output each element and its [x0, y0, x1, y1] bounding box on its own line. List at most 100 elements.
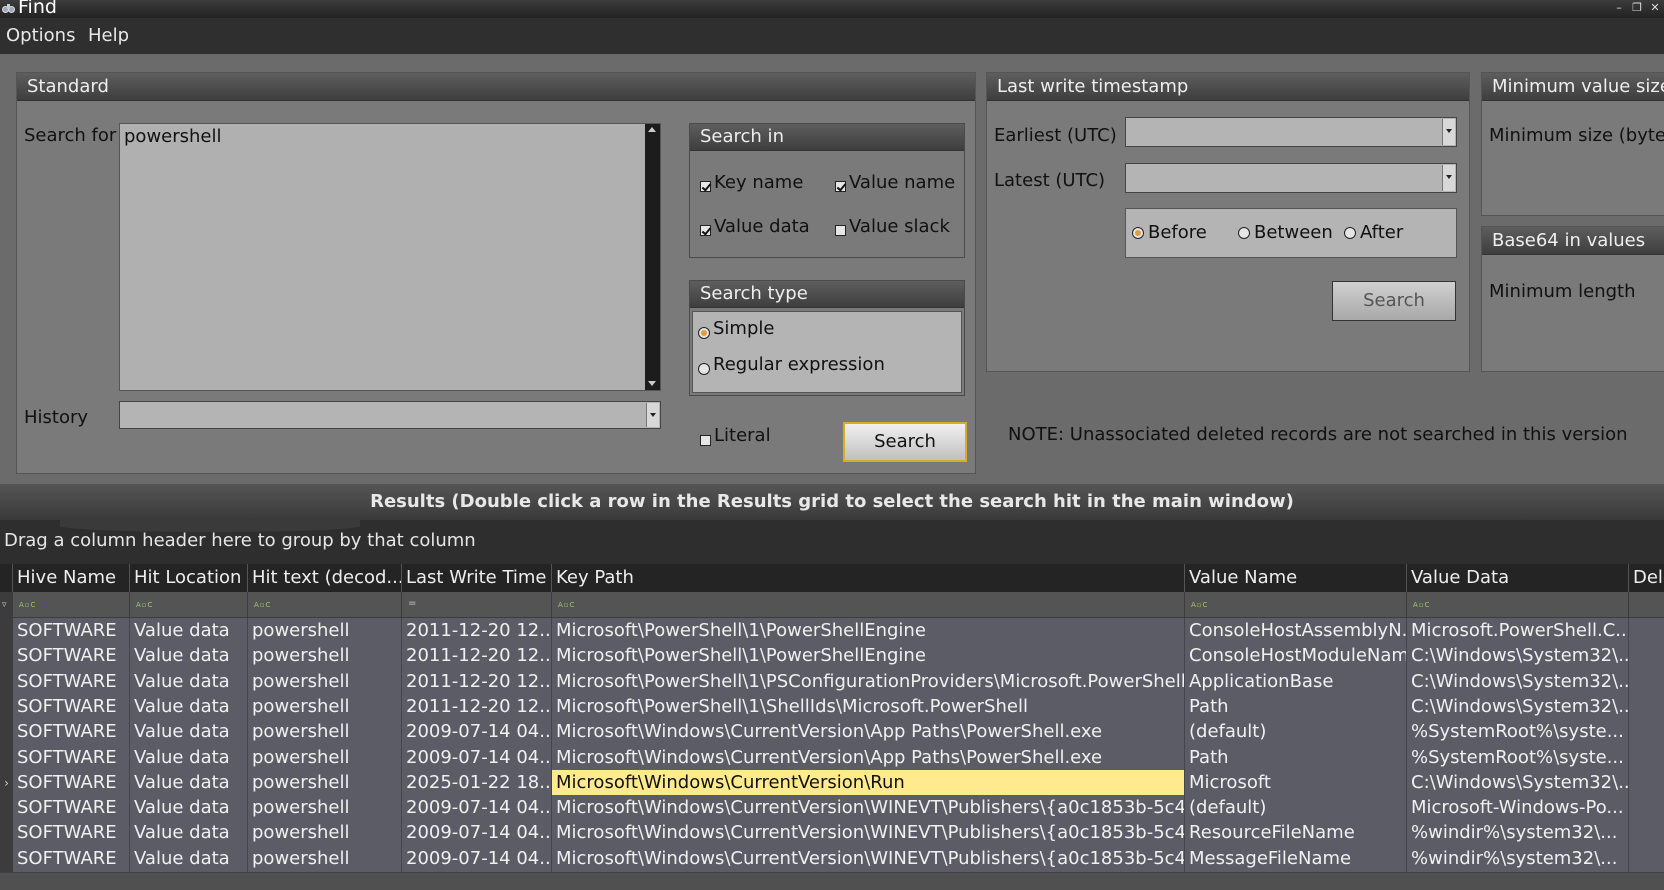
- timestamp-search-button[interactable]: Search: [1332, 281, 1456, 321]
- row-indicator[interactable]: [0, 820, 13, 847]
- col-value-data[interactable]: Value Data: [1407, 564, 1629, 592]
- row-indicator[interactable]: [0, 668, 13, 695]
- col-hit-location[interactable]: Hit Location: [130, 564, 248, 592]
- scroll-down-icon[interactable]: [648, 381, 656, 386]
- restore-icon[interactable]: ❐: [1630, 1, 1644, 15]
- table-row[interactable]: › SOFTWARE Value data powershell 2025-01-22 …: [0, 769, 1664, 797]
- cell-key-path: Microsoft\Windows\CurrentVersion\Run: [552, 769, 1185, 796]
- col-last-write-time[interactable]: Last Write Time: [402, 564, 552, 592]
- row-indicator[interactable]: ›: [0, 769, 13, 796]
- cell-value-name: (default): [1185, 719, 1407, 746]
- scroll-up-icon[interactable]: [648, 127, 656, 132]
- filter-abc-icon[interactable]: A▫C: [136, 601, 153, 609]
- cell-last-write-time: 2009-07-14 04...: [402, 845, 552, 872]
- filter-hit-text[interactable]: A▫C: [248, 592, 402, 618]
- cell-hit-text: powershell: [248, 693, 402, 720]
- table-row[interactable]: SOFTWARE Value data powershell 2009-07-14 0…: [0, 845, 1664, 873]
- before-radio[interactable]: [1132, 227, 1144, 239]
- filter-value-name[interactable]: A▫C: [1185, 592, 1407, 618]
- timestamp-panel: Last write timestamp Earliest (UTC) Late…: [986, 72, 1470, 372]
- filter-abc-icon[interactable]: A▫C: [19, 601, 36, 609]
- search-button[interactable]: Search: [843, 422, 967, 462]
- table-row[interactable]: SOFTWARE Value data powershell 2009-07-14 0…: [0, 795, 1664, 823]
- table-row[interactable]: SOFTWARE Value data powershell 2011-12-20 1…: [0, 618, 1664, 645]
- menu-help[interactable]: Help: [88, 25, 129, 46]
- key-name-label: Key name: [714, 172, 804, 193]
- table-row[interactable]: SOFTWARE Value data powershell 2009-07-14 0…: [0, 820, 1664, 848]
- row-indicator[interactable]: [0, 693, 13, 720]
- earliest-combo[interactable]: [1125, 117, 1457, 147]
- cell-hit-location: Value data: [130, 618, 248, 644]
- cell-hit-text: powershell: [248, 845, 402, 872]
- after-radio[interactable]: [1344, 227, 1356, 239]
- filter-abc-icon[interactable]: A▫C: [1413, 601, 1430, 609]
- row-indicator[interactable]: [0, 795, 13, 822]
- table-row[interactable]: SOFTWARE Value data powershell 2009-07-14 0…: [0, 719, 1664, 747]
- min-value-panel: Minimum value size Minimum size (bytes): [1481, 72, 1664, 216]
- literal-checkbox[interactable]: [700, 435, 711, 446]
- col-value-name[interactable]: Value Name: [1185, 564, 1407, 592]
- cell-hit-location: Value data: [130, 845, 248, 872]
- table-row[interactable]: SOFTWARE Value data powershell 2011-12-20 1…: [0, 643, 1664, 671]
- chevron-down-icon[interactable]: [1442, 165, 1455, 191]
- cell-key-path: Microsoft\Windows\CurrentVersion\WINEVT\…: [552, 845, 1185, 872]
- close-icon[interactable]: ✕: [1648, 1, 1662, 15]
- search-text-input[interactable]: powershell: [119, 123, 661, 391]
- menu-options[interactable]: Options: [6, 25, 75, 46]
- cell-hive-name: SOFTWARE: [13, 643, 130, 670]
- value-slack-checkbox[interactable]: [835, 225, 846, 236]
- row-indicator[interactable]: [0, 845, 13, 872]
- search-text-scrollbar[interactable]: [645, 124, 660, 390]
- cell-hive-name: SOFTWARE: [13, 693, 130, 720]
- cell-last-write-time: 2011-12-20 12...: [402, 643, 552, 670]
- cell-key-path: Microsoft\Windows\CurrentVersion\WINEVT\…: [552, 820, 1185, 847]
- value-data-checkbox[interactable]: [700, 225, 711, 236]
- filter-equals-icon[interactable]: =: [408, 598, 417, 609]
- standard-header: Standard: [17, 73, 975, 101]
- latest-combo[interactable]: [1125, 163, 1457, 193]
- cell-key-path: Microsoft\Windows\CurrentVersion\App Pat…: [552, 744, 1185, 771]
- between-radio[interactable]: [1238, 227, 1250, 239]
- cell-hive-name: SOFTWARE: [13, 820, 130, 847]
- cell-value-name: MessageFileName: [1185, 845, 1407, 872]
- cell-value-name: ConsoleHostAssemblyN...: [1185, 618, 1407, 644]
- row-indicator[interactable]: [0, 719, 13, 746]
- literal-label: Literal: [714, 425, 771, 446]
- chevron-down-icon[interactable]: [1442, 119, 1455, 145]
- cell-key-path: Microsoft\PowerShell\1\PSConfigurationPr…: [552, 668, 1185, 695]
- col-hive-name[interactable]: Hive Name: [13, 564, 130, 592]
- regex-radio[interactable]: [698, 363, 710, 375]
- filter-abc-icon[interactable]: A▫C: [1191, 601, 1208, 609]
- filter-hit-location[interactable]: A▫C: [130, 592, 248, 618]
- filter-abc-icon[interactable]: A▫C: [254, 601, 271, 609]
- filter-hive-name[interactable]: A▫C: [13, 592, 130, 618]
- table-row[interactable]: SOFTWARE Value data powershell 2011-12-20 1…: [0, 668, 1664, 696]
- cell-key-path: Microsoft\PowerShell\1\ShellIds\Microsof…: [552, 693, 1185, 720]
- filter-last-write-time[interactable]: =: [402, 592, 552, 618]
- minimize-icon[interactable]: –: [1612, 1, 1626, 15]
- binoculars-icon: [2, 4, 15, 13]
- filter-abc-icon[interactable]: A▫C: [558, 601, 575, 609]
- group-by-area[interactable]: Drag a column header here to group by th…: [0, 520, 1664, 564]
- key-name-checkbox[interactable]: [700, 181, 711, 192]
- col-hit-text[interactable]: Hit text (decod...: [248, 564, 402, 592]
- chevron-down-icon[interactable]: [646, 403, 659, 427]
- history-combo[interactable]: [119, 401, 661, 429]
- value-data-label: Value data: [714, 216, 810, 237]
- row-indicator[interactable]: [0, 618, 13, 644]
- col-key-path[interactable]: Key Path: [552, 564, 1185, 592]
- cell-hit-text: powershell: [248, 643, 402, 670]
- cell-value-name: (default): [1185, 795, 1407, 822]
- row-indicator[interactable]: [0, 643, 13, 670]
- row-indicator[interactable]: [0, 744, 13, 771]
- cell-last-write-time: 2009-07-14 04...: [402, 795, 552, 822]
- filter-value-data[interactable]: A▫C: [1407, 592, 1629, 618]
- cell-hit-text: powershell: [248, 618, 402, 644]
- value-slack-label: Value slack: [849, 216, 950, 237]
- value-name-checkbox[interactable]: [835, 181, 846, 192]
- simple-radio[interactable]: [698, 327, 710, 339]
- table-row[interactable]: SOFTWARE Value data powershell 2011-12-20 1…: [0, 693, 1664, 721]
- col-deleted[interactable]: Dele: [1629, 564, 1664, 592]
- filter-key-path[interactable]: A▫C: [552, 592, 1185, 618]
- table-row[interactable]: SOFTWARE Value data powershell 2009-07-14 0…: [0, 744, 1664, 772]
